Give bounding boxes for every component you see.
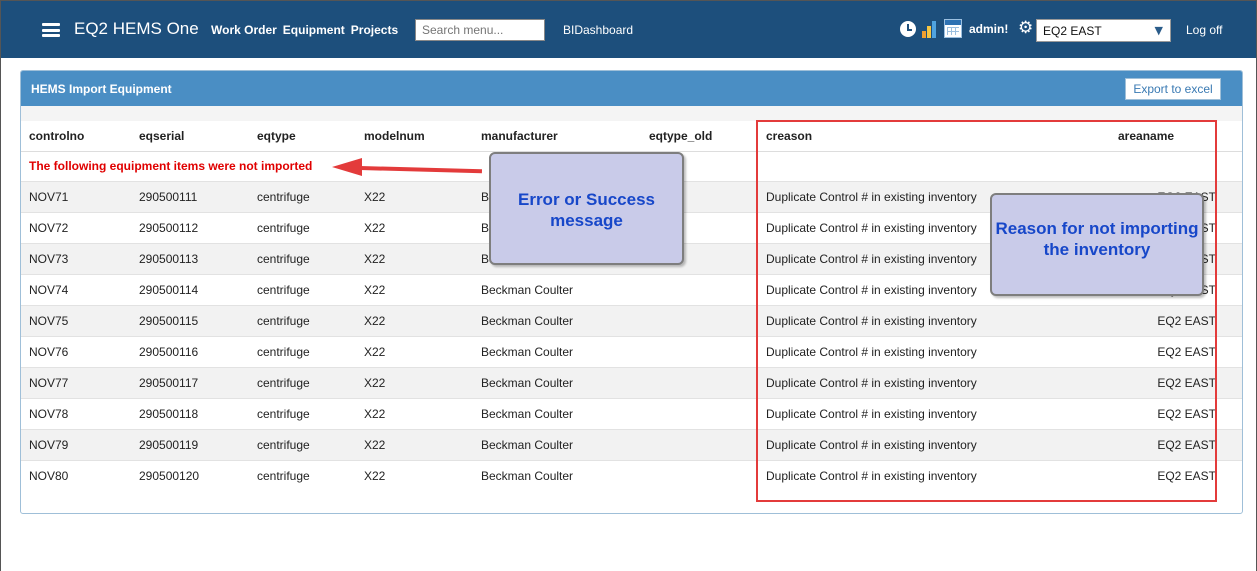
cell-modelnum: X22 — [356, 459, 473, 491]
column-header[interactable]: eqserial — [131, 121, 249, 152]
cell-manufacturer: Beckman Coulter — [473, 428, 641, 460]
cell-eqtype-old — [641, 304, 758, 336]
cell-controlno: NOV75 — [21, 304, 131, 336]
cell-eqserial: 290500111 — [131, 180, 249, 212]
nav-work-order[interactable]: Work Order — [211, 23, 277, 37]
logoff-link[interactable]: Log off — [1186, 23, 1222, 37]
cell-modelnum: X22 — [356, 273, 473, 305]
cell-eqtype: centrifuge — [249, 428, 356, 460]
cell-manufacturer: Beckman Coulter — [473, 459, 641, 491]
clock-icon[interactable] — [900, 21, 916, 37]
user-name[interactable]: admin! — [969, 22, 1008, 36]
gear-icon[interactable]: ⚙ — [1018, 18, 1033, 38]
cell-eqtype-old — [641, 273, 758, 305]
cell-controlno: NOV76 — [21, 335, 131, 367]
cell-controlno: NOV78 — [21, 397, 131, 429]
cell-eqtype: centrifuge — [249, 242, 356, 274]
cell-eqtype-old — [641, 335, 758, 367]
reason-callout: Reason for not importing the inventory — [990, 193, 1204, 296]
cell-eqtype: centrifuge — [249, 180, 356, 212]
cell-eqserial: 290500116 — [131, 335, 249, 367]
nav-projects[interactable]: Projects — [351, 23, 398, 37]
cell-eqserial: 290500114 — [131, 273, 249, 305]
cell-eqtype-old — [641, 366, 758, 398]
cell-controlno: NOV72 — [21, 211, 131, 243]
cell-eqtype-old — [641, 459, 758, 491]
message-callout: Error or Success message — [489, 152, 684, 265]
nav-equipment[interactable]: Equipment — [283, 23, 345, 37]
cell-eqserial: 290500118 — [131, 397, 249, 429]
cell-modelnum: X22 — [356, 304, 473, 336]
column-header[interactable]: eqtype — [249, 121, 356, 152]
cell-eqtype-old — [641, 428, 758, 460]
cell-modelnum: X22 — [356, 335, 473, 367]
cell-controlno: NOV71 — [21, 180, 131, 212]
chevron-down-icon: ▼ — [1154, 24, 1163, 37]
top-navbar: EQ2 HEMS One Work Order Equipment Projec… — [1, 1, 1256, 58]
arrow-left-icon — [332, 158, 362, 176]
cell-eqtype: centrifuge — [249, 335, 356, 367]
column-header[interactable]: controlno — [21, 121, 131, 152]
cell-eqtype: centrifuge — [249, 304, 356, 336]
column-header[interactable]: eqtype_old — [641, 121, 758, 152]
cell-eqtype: centrifuge — [249, 273, 356, 305]
column-header[interactable]: modelnum — [356, 121, 473, 152]
cell-eqserial: 290500119 — [131, 428, 249, 460]
cell-controlno: NOV74 — [21, 273, 131, 305]
cell-controlno: NOV73 — [21, 242, 131, 274]
cell-eqtype: centrifuge — [249, 211, 356, 243]
cell-manufacturer: Beckman Coulter — [473, 366, 641, 398]
cell-controlno: NOV77 — [21, 366, 131, 398]
app-brand[interactable]: EQ2 HEMS One — [74, 19, 199, 39]
cell-eqtype: centrifuge — [249, 397, 356, 429]
cell-eqserial: 290500112 — [131, 211, 249, 243]
search-menu-input[interactable] — [415, 19, 545, 41]
cell-modelnum: X22 — [356, 180, 473, 212]
cell-eqserial: 290500117 — [131, 366, 249, 398]
cell-modelnum: X22 — [356, 242, 473, 274]
nav-bidashboard[interactable]: BIDashboard — [563, 23, 633, 37]
cell-manufacturer: Beckman Coulter — [473, 273, 641, 305]
cell-eqserial: 290500120 — [131, 459, 249, 491]
reason-highlight-box — [756, 120, 1217, 502]
export-to-excel-button[interactable]: Export to excel — [1125, 78, 1221, 100]
cell-modelnum: X22 — [356, 428, 473, 460]
cell-controlno: NOV80 — [21, 459, 131, 491]
cell-modelnum: X22 — [356, 366, 473, 398]
cell-manufacturer: Beckman Coulter — [473, 304, 641, 336]
cell-eqserial: 290500113 — [131, 242, 249, 274]
column-header[interactable]: manufacturer — [473, 121, 641, 152]
area-select[interactable]: EQ2 EAST ▼ — [1036, 19, 1171, 42]
calendar-icon[interactable] — [944, 19, 962, 38]
hamburger-icon[interactable] — [42, 23, 60, 37]
panel-strip — [21, 106, 1242, 121]
bar-chart-icon[interactable] — [922, 20, 940, 38]
nav-links: Work Order Equipment Projects — [211, 23, 398, 37]
cell-controlno: NOV79 — [21, 428, 131, 460]
cell-eqserial: 290500115 — [131, 304, 249, 336]
cell-eqtype-old — [641, 397, 758, 429]
panel-title: HEMS Import Equipment — [31, 82, 172, 96]
cell-eqtype: centrifuge — [249, 366, 356, 398]
cell-modelnum: X22 — [356, 211, 473, 243]
area-select-value: EQ2 EAST — [1043, 24, 1102, 38]
cell-modelnum: X22 — [356, 397, 473, 429]
cell-manufacturer: Beckman Coulter — [473, 335, 641, 367]
panel-header: HEMS Import Equipment Export to excel — [21, 71, 1242, 106]
cell-eqtype: centrifuge — [249, 459, 356, 491]
cell-manufacturer: Beckman Coulter — [473, 397, 641, 429]
